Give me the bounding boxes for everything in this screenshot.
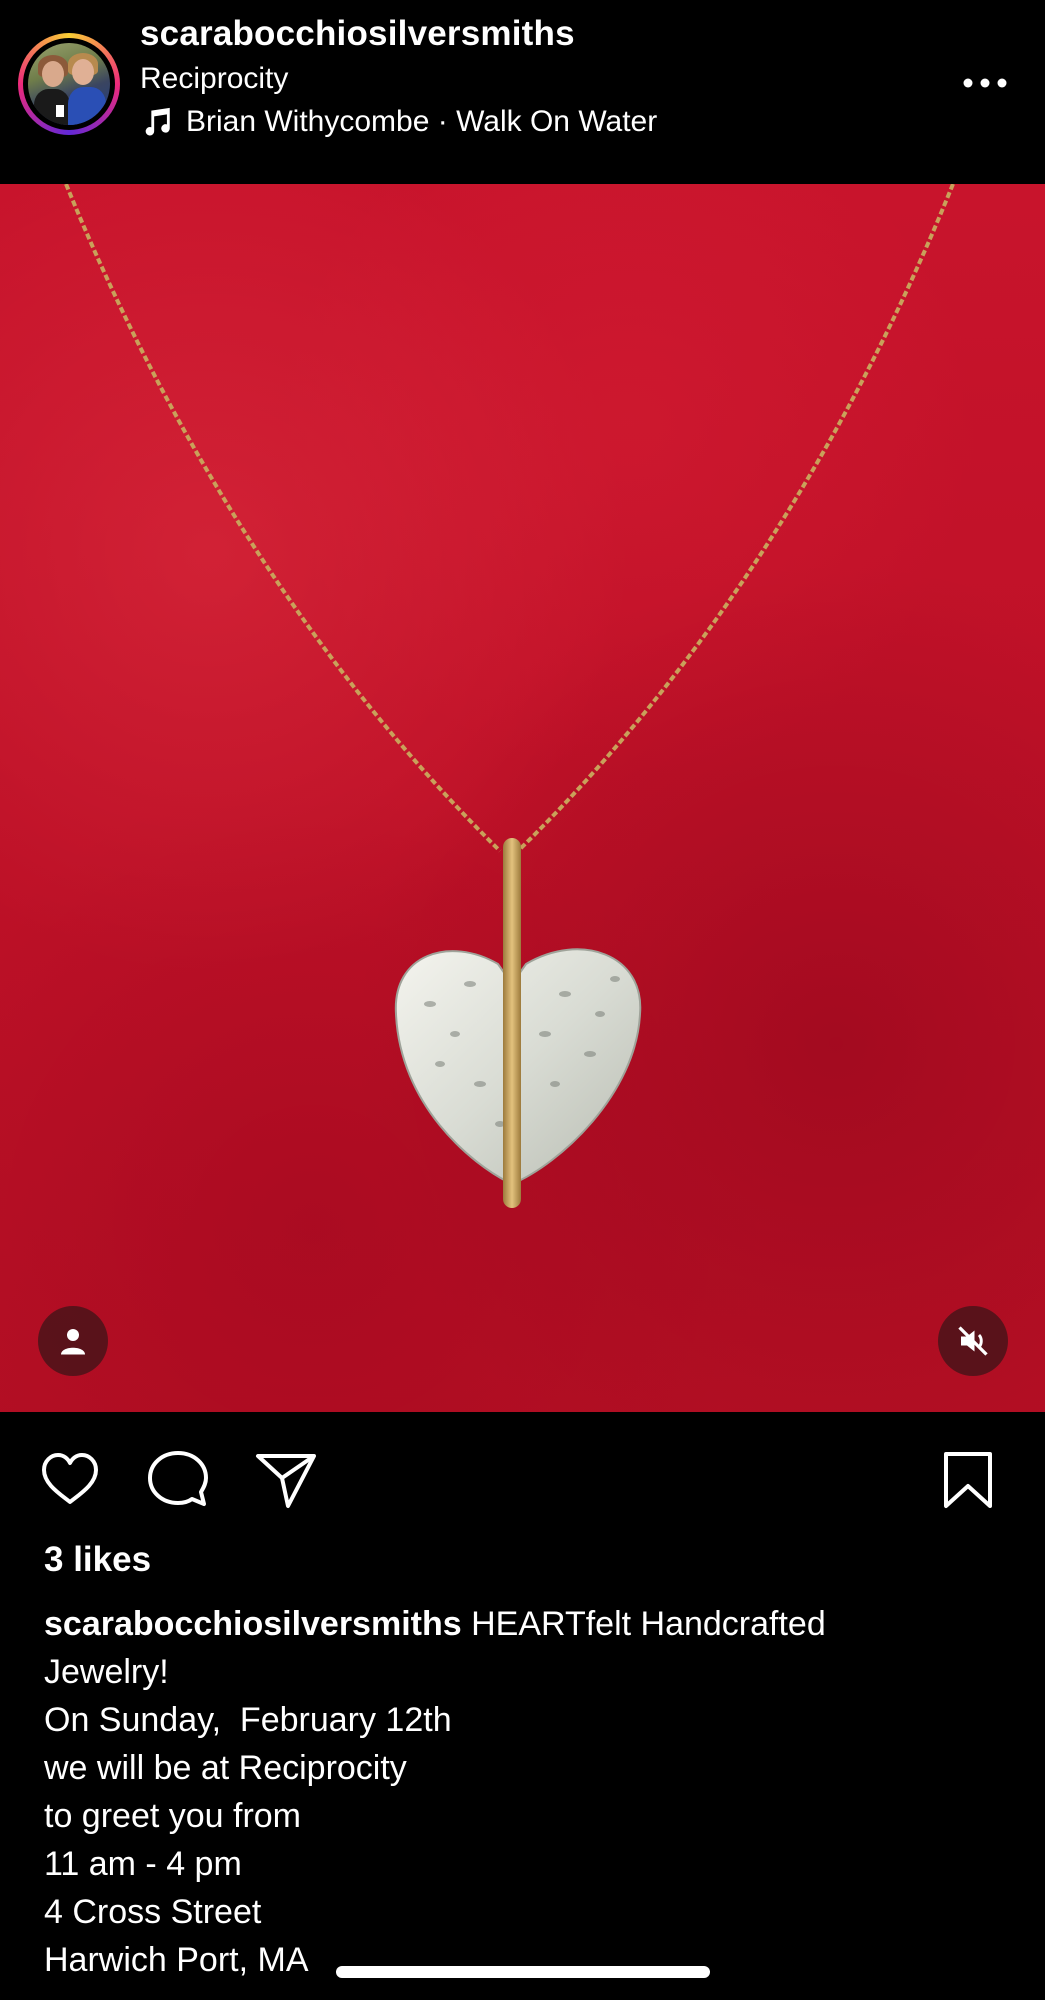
music-label: Brian Withycombe · Walk On Water	[186, 105, 658, 138]
post-caption: scarabocchiosilversmiths HEARTfelt Handc…	[44, 1600, 1004, 1984]
caption-line: we will be at Reciprocity	[44, 1749, 407, 1787]
post-header: scarabocchiosilversmiths Reciprocity Bri…	[0, 0, 1045, 184]
tag-people-icon	[61, 1329, 85, 1355]
caption-line: Jewelry!	[44, 1653, 169, 1691]
post-username[interactable]: scarabocchiosilversmiths	[140, 14, 575, 54]
mute-toggle-button[interactable]	[938, 1306, 1008, 1376]
avatar[interactable]	[18, 33, 120, 135]
caption-line: to greet you from	[44, 1797, 302, 1835]
caption-line: On Sunday, February 12th	[44, 1701, 452, 1739]
necklace-photo	[64, 184, 955, 1208]
avatar-photo	[28, 43, 110, 125]
comment-button[interactable]	[146, 1448, 210, 1512]
save-button[interactable]	[936, 1448, 1000, 1512]
share-button[interactable]	[254, 1448, 318, 1512]
music-note-icon	[145, 107, 170, 136]
paper-plane-icon	[256, 1454, 316, 1508]
bookmark-icon	[944, 1452, 992, 1508]
post-location[interactable]: Reciprocity	[140, 62, 288, 96]
caption-first-text: HEARTfelt Handcrafted	[471, 1605, 826, 1643]
post-actions	[0, 1412, 1045, 1542]
more-horizontal-icon[interactable]	[960, 68, 1010, 98]
music-attribution[interactable]: Brian Withycombe · Walk On Water	[140, 105, 657, 139]
muted-speaker-icon	[958, 1326, 988, 1356]
avatar-border	[23, 38, 115, 130]
comment-bubble-icon	[148, 1451, 208, 1506]
likes-count[interactable]: 3 likes	[44, 1540, 151, 1580]
home-indicator[interactable]	[336, 1966, 710, 1978]
caption-username[interactable]: scarabocchiosilversmiths	[44, 1605, 462, 1643]
caption-line: 11 am - 4 pm	[44, 1845, 242, 1883]
like-button[interactable]	[38, 1448, 102, 1512]
caption-line: 4 Cross Street	[44, 1893, 262, 1931]
tag-people-button[interactable]	[38, 1306, 108, 1376]
heart-icon	[42, 1453, 98, 1504]
post-media[interactable]	[0, 184, 1045, 1412]
